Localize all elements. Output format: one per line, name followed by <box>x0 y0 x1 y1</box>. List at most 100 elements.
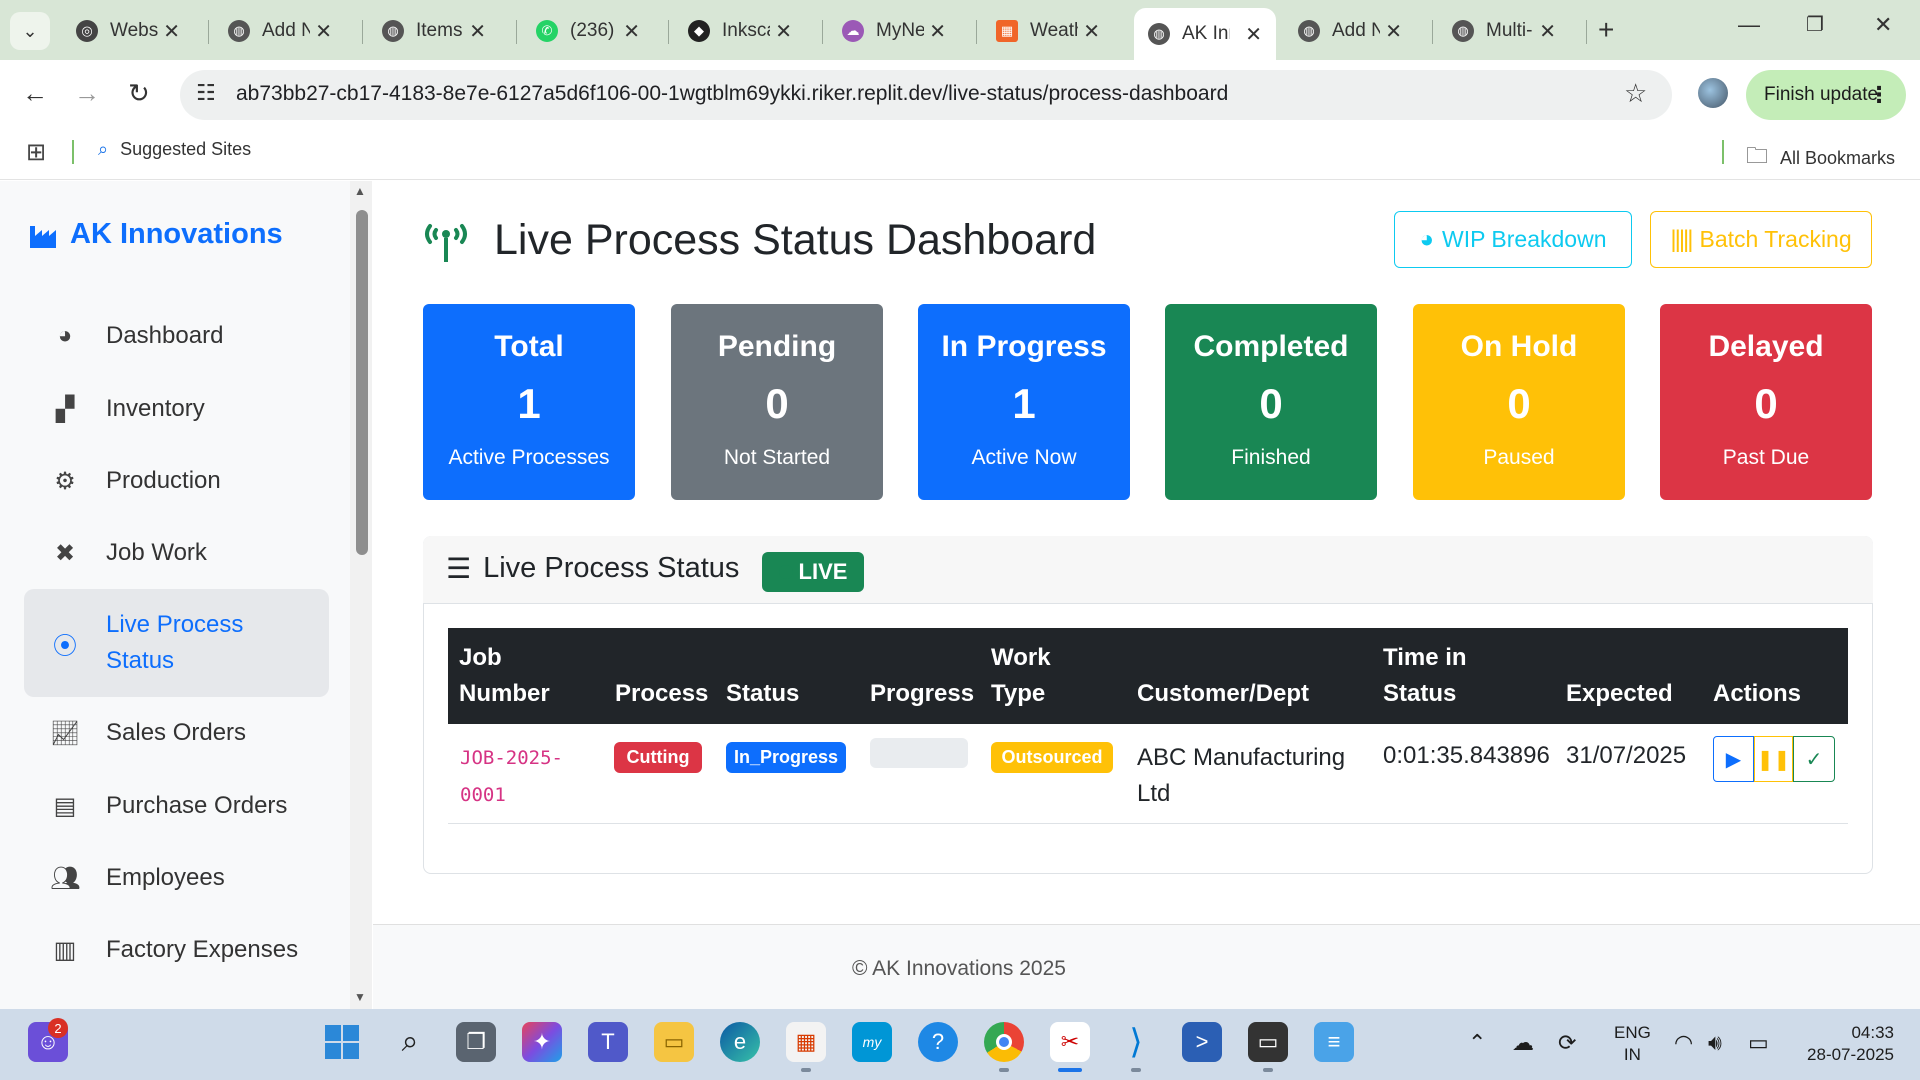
globe-icon: ◍ <box>228 20 250 42</box>
brand-logo[interactable]: AK Innovations <box>30 218 283 251</box>
help-icon[interactable]: ? <box>918 1022 958 1062</box>
tab-search-dropdown-icon[interactable]: ⌄ <box>10 12 50 50</box>
pause-button[interactable]: ❚❚ <box>1754 736 1793 782</box>
browser-tab[interactable]: ◍ Multi- ✕ <box>1438 10 1570 52</box>
close-tab-icon[interactable]: ✕ <box>163 19 180 44</box>
browser-tab[interactable]: ◆ Inksca ✕ <box>674 10 806 52</box>
profile-avatar[interactable] <box>1698 78 1728 108</box>
restore-icon[interactable]: ❐ <box>1806 12 1824 37</box>
stat-subtitle: Active Now <box>971 446 1077 469</box>
notepad-icon[interactable]: ≡ <box>1314 1022 1354 1062</box>
browser-tab-active[interactable]: ◍ AK Inn ✕ <box>1134 8 1276 60</box>
close-tab-icon[interactable]: ✕ <box>1245 22 1262 47</box>
browser-tab[interactable]: ◎ Websi ✕ <box>62 10 194 52</box>
stat-subtitle: Not Started <box>723 446 831 469</box>
sidebar-item-purchase-orders[interactable]: ▤ Purchase Orders <box>24 775 329 837</box>
chrome-icon[interactable] <box>984 1022 1024 1062</box>
file-explorer-icon[interactable]: ▭ <box>654 1022 694 1062</box>
sidebar-item-inventory[interactable]: ▞ Inventory <box>24 378 329 440</box>
sidebar-item-employees[interactable]: 👥︎ Employees <box>24 847 329 909</box>
close-tab-icon[interactable]: ✕ <box>1385 19 1402 44</box>
sidebar-item-factory-expenses[interactable]: ▥ Factory Expenses <box>24 919 329 981</box>
browser-tab[interactable]: ▦ Weath ✕ <box>982 10 1114 52</box>
status-badge: In_Progress <box>726 742 846 773</box>
close-tab-icon[interactable]: ✕ <box>315 19 332 44</box>
menu-dots-icon: ⋮ <box>1868 82 1890 107</box>
barcode-icon: ||||| <box>1670 225 1693 253</box>
notification-badge: 2 <box>48 1018 68 1038</box>
stat-subtitle: Paused <box>1483 446 1555 469</box>
close-tab-icon[interactable]: ✕ <box>469 19 486 44</box>
close-window-icon[interactable]: ✕ <box>1874 12 1892 38</box>
back-icon[interactable]: ← <box>22 78 48 109</box>
site-info-icon[interactable]: ☷ <box>196 80 216 106</box>
sidebar-item-dashboard[interactable]: ◕ Dashboard <box>24 305 329 367</box>
terminal-icon[interactable]: ▭ <box>1248 1022 1288 1062</box>
close-tab-icon[interactable]: ✕ <box>1083 19 1100 44</box>
task-view-icon[interactable]: ❐ <box>456 1022 496 1062</box>
vscode-icon[interactable]: ⟩ <box>1116 1022 1156 1062</box>
teams-icon[interactable]: T <box>588 1022 628 1062</box>
reload-icon[interactable]: ↻ <box>128 78 150 109</box>
folder-icon: 🗀 <box>1746 143 1769 168</box>
browser-tab[interactable]: ◍ Add N ✕ <box>214 10 346 52</box>
globe-icon: ◍ <box>382 20 404 42</box>
scrollbar-thumb[interactable] <box>356 210 368 555</box>
browser-tab[interactable]: ☁ MyNe ✕ <box>828 10 960 52</box>
snipping-tool-icon[interactable]: ✂ <box>1050 1022 1090 1062</box>
forward-icon[interactable]: → <box>74 78 100 109</box>
apps-grid-icon[interactable]: ⊞ <box>26 138 46 167</box>
minimize-icon[interactable]: — <box>1738 12 1760 38</box>
suggested-sites-bookmark[interactable]: ⌕ Suggested Sites <box>98 139 251 160</box>
job-number-cell[interactable]: JOB-2025- 0001 <box>460 740 563 814</box>
onedrive-icon[interactable]: ☁ <box>1512 1030 1534 1056</box>
scroll-down-icon[interactable]: ▼ <box>354 990 366 1004</box>
sidebar-item-sales-orders[interactable]: 📈︎ Sales Orders <box>24 702 329 764</box>
bookmark-star-icon[interactable]: ☆ <box>1624 78 1647 109</box>
page-title: Live Process Status Dashboard <box>494 216 1097 264</box>
chevron-up-icon[interactable]: ⌃ <box>1468 1030 1486 1056</box>
stat-card-delayed: Delayed 0 Past Due <box>1660 304 1872 500</box>
all-bookmarks-button[interactable]: 🗀 All Bookmarks <box>1746 139 1895 177</box>
globe-icon: ◍ <box>1452 20 1474 42</box>
stat-value: 0 <box>765 380 789 427</box>
windows-start-icon[interactable] <box>322 1022 362 1062</box>
sync-icon[interactable]: ⟳ <box>1558 1030 1576 1056</box>
volume-icon[interactable]: 🔊︎ <box>1708 1030 1722 1056</box>
stat-subtitle: Active Processes <box>448 446 610 469</box>
wip-breakdown-button[interactable]: ◕ WIP Breakdown <box>1394 211 1632 268</box>
search-icon[interactable]: ⌕ <box>390 1022 430 1062</box>
taskbar-clock[interactable]: 04:33 28-07-2025 <box>1798 1022 1894 1066</box>
browser-tab[interactable]: ◍ Items ✕ <box>368 10 500 52</box>
sidebar-item-job-work[interactable]: ✖ Job Work <box>24 522 329 584</box>
url-text[interactable]: ab73bb27-cb17-4183-8e7e-6127a5d6f106-00-… <box>236 82 1228 106</box>
edge-icon[interactable]: e <box>720 1022 760 1062</box>
broadcast-tower-icon <box>425 224 467 262</box>
copilot-icon[interactable]: ✦ <box>522 1022 562 1062</box>
sidebar-item-live-process-status[interactable]: ⦿ Live Process Status <box>24 589 329 697</box>
stat-title: On Hold <box>1460 330 1578 363</box>
browser-tab[interactable]: ✆ (236) ✕ <box>522 10 654 52</box>
complete-button[interactable]: ✓ <box>1793 736 1835 782</box>
finish-update-button[interactable]: Finish update ⋮ <box>1746 70 1906 120</box>
powershell-icon[interactable]: > <box>1182 1022 1222 1062</box>
scroll-up-icon[interactable]: ▲ <box>354 184 366 198</box>
close-tab-icon[interactable]: ✕ <box>775 19 792 44</box>
language-indicator[interactable]: ENG IN <box>1614 1022 1651 1066</box>
stat-title: In Progress <box>941 330 1107 363</box>
browser-tab[interactable]: ◍ Add N ✕ <box>1284 10 1416 52</box>
th-process: Process <box>615 680 709 707</box>
sidebar-item-production[interactable]: ⚙ Production <box>24 450 329 512</box>
close-tab-icon[interactable]: ✕ <box>929 19 946 44</box>
start-button[interactable]: ▶ <box>1713 736 1754 782</box>
new-tab-icon[interactable]: + <box>1598 14 1614 46</box>
close-tab-icon[interactable]: ✕ <box>623 19 640 44</box>
microsoft-store-icon[interactable]: ▦ <box>786 1022 826 1062</box>
close-tab-icon[interactable]: ✕ <box>1539 19 1556 44</box>
battery-icon[interactable]: ▭ <box>1748 1030 1769 1056</box>
wifi-icon[interactable]: ◠ <box>1674 1030 1693 1056</box>
chart-line-icon: 📈︎ <box>50 719 81 747</box>
stat-value: 1 <box>517 380 541 427</box>
batch-tracking-button[interactable]: ||||| Batch Tracking <box>1650 211 1872 268</box>
myhp-icon[interactable]: my <box>852 1022 892 1062</box>
